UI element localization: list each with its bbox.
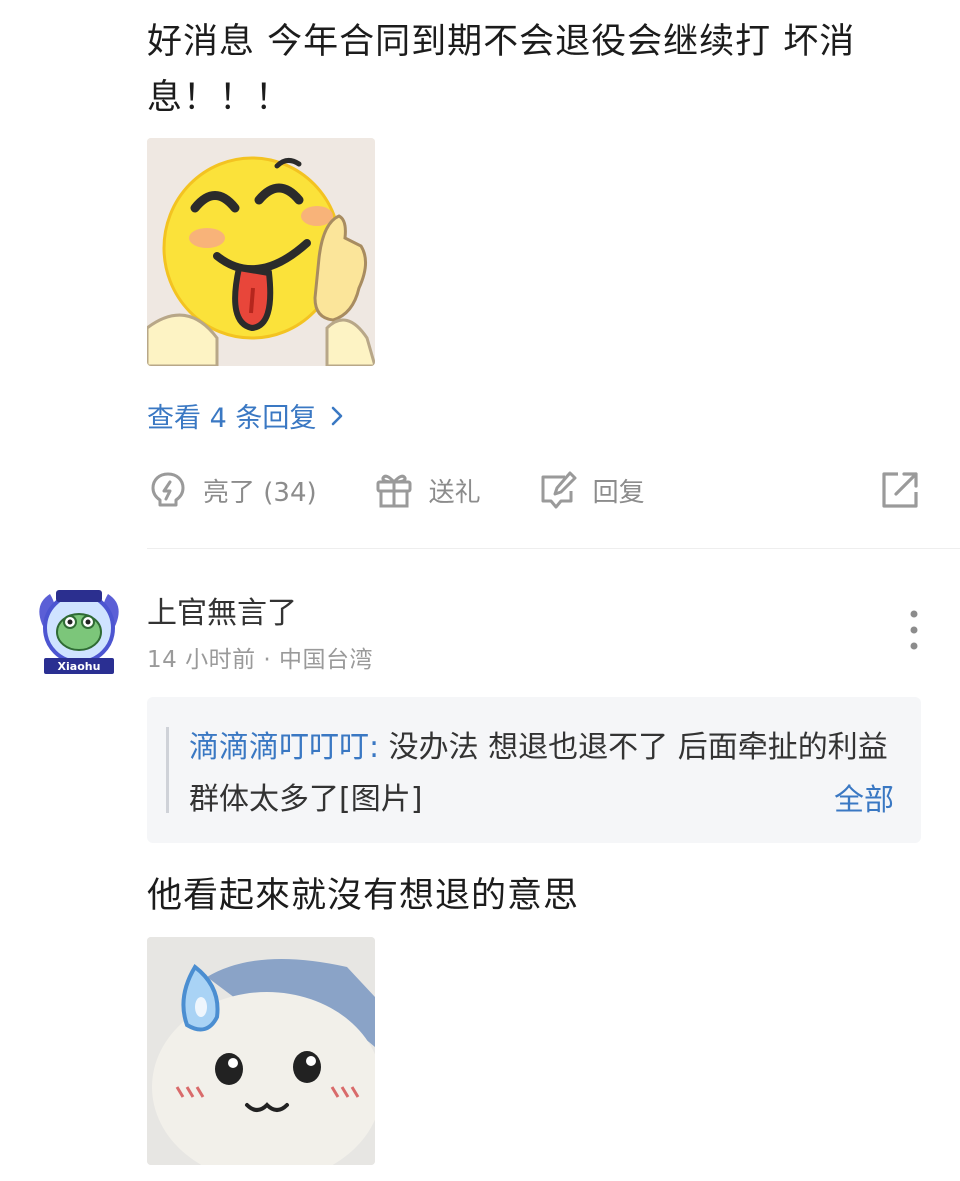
view-replies-label: 查看 4 条回复 — [147, 403, 317, 434]
sweating-cat-icon — [147, 937, 375, 1165]
edit-reply-icon — [541, 471, 577, 509]
view-replies-link[interactable]: 查看 4 条回复 — [147, 396, 348, 435]
comment-sticker-image[interactable] — [147, 138, 375, 366]
gift-icon — [376, 474, 412, 508]
chevron-right-icon — [332, 406, 343, 425]
comment-meta: 14 小时前 · 中国台湾 — [147, 647, 374, 673]
avatar[interactable]: Xiaohu — [32, 584, 126, 678]
comment-sticker-image[interactable] — [147, 937, 375, 1165]
quote-bar — [166, 727, 169, 813]
like-count-label: 亮了 (34) — [203, 477, 317, 508]
reply-button[interactable]: 回复 — [537, 469, 645, 511]
reply-label: 回复 — [592, 477, 645, 508]
expand-all-link[interactable]: 全部 — [834, 775, 894, 827]
comment-divider — [147, 548, 960, 549]
comment-action-bar: 亮了 (34) 送礼 回复 — [147, 462, 922, 518]
comment-text: 他看起來就沒有想退的意思 — [147, 876, 580, 916]
quoted-reply-text: 滴滴滴叮叮叮: 没办法 想退也退不了 后面牵扯的利益群体太多了[图片] — [189, 722, 889, 826]
gift-label: 送礼 — [428, 477, 481, 508]
quoted-username[interactable]: 滴滴滴叮叮叮: — [189, 730, 379, 765]
gift-button[interactable]: 送礼 — [373, 469, 481, 511]
comment-text: 好消息 今年合同到期不会退役会继续打 坏消息！！！ — [147, 22, 856, 118]
laughing-emoji-icon — [147, 138, 375, 366]
more-options-icon[interactable] — [902, 606, 926, 654]
lightbulb-icon — [151, 472, 185, 507]
username[interactable]: 上官無言了 — [147, 588, 297, 632]
share-icon[interactable] — [878, 468, 922, 512]
like-button[interactable]: 亮了 (34) — [147, 469, 317, 511]
avatar-badge-icon: Xiaohu — [39, 590, 119, 674]
avatar-badge-text: Xiaohu — [58, 660, 101, 673]
